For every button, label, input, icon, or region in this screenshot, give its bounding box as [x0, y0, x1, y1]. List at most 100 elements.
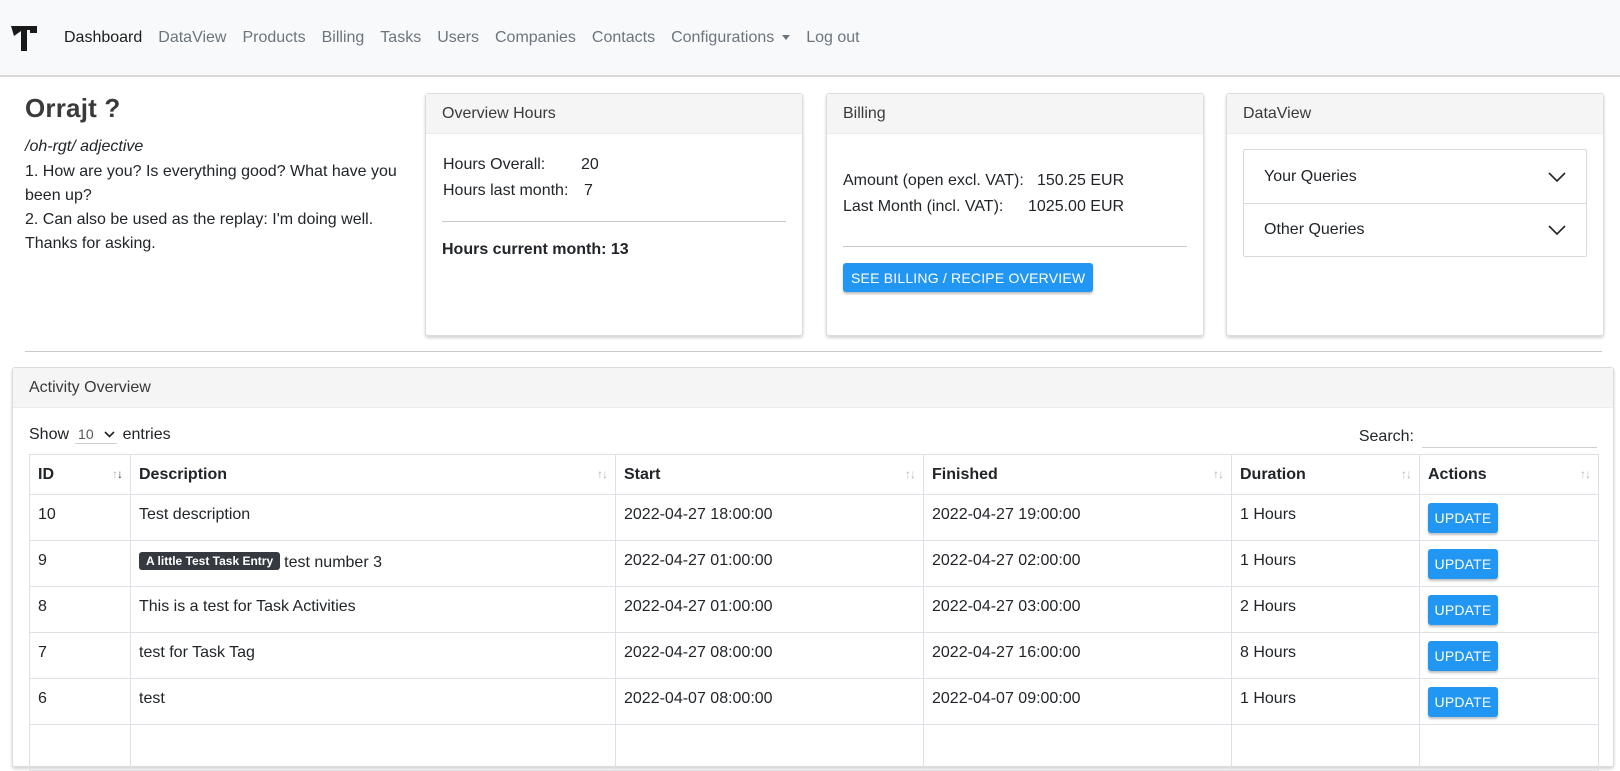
task-tag-badge: A little Test Task Entry: [139, 552, 281, 570]
page-title: Orrajt ?: [25, 93, 121, 123]
cell-finished: [923, 724, 1232, 771]
cell-start: 2022-04-27 01:00:00: [615, 540, 924, 587]
cell-finished: 2022-04-27 02:00:00: [923, 540, 1232, 587]
nav-billing[interactable]: Billing: [322, 29, 365, 47]
column-label: Start: [624, 465, 661, 483]
sort-icon: ↑↓: [1213, 467, 1224, 481]
activity-table: ID ↑↓ Description ↑↓ Start ↑↓ Finished ↑↓ Du…: [29, 454, 1599, 771]
nav-companies[interactable]: Companies: [495, 29, 576, 47]
column-header-start[interactable]: Start ↑↓: [615, 454, 924, 495]
intro-phonetic: /oh-rgt/ adjective: [25, 138, 144, 155]
table-row: 10 Test description 2022-04-27 18:00:00 …: [29, 494, 1599, 541]
cell-actions: [1419, 724, 1599, 771]
column-header-actions[interactable]: Actions ↑↓: [1419, 454, 1599, 495]
accordion-label: Other Queries: [1264, 221, 1365, 238]
billing-last-month-value: 1025.00 EUR: [1028, 198, 1125, 215]
cell-start: 2022-04-07 08:00:00: [615, 678, 924, 725]
entries-select-value: 10: [78, 426, 94, 442]
nav-label: Dashboard: [64, 28, 143, 46]
cell-actions: UPDATE: [1419, 586, 1599, 633]
brand-logo-icon[interactable]: [10, 20, 40, 56]
billing-card: Billing Amount (open excl. VAT): 150.25 …: [826, 93, 1204, 336]
nav-label: Products: [242, 28, 306, 46]
entries-label: entries: [122, 426, 171, 443]
nav-label: Contacts: [591, 28, 656, 46]
column-label: Finished: [932, 465, 998, 483]
cell-description: A little Test Task Entry test number 3: [130, 540, 616, 587]
activity-overview-card: Activity Overview Show 10 entries Search…: [12, 367, 1614, 771]
cell-description: [130, 724, 616, 771]
update-button[interactable]: UPDATE: [1428, 641, 1498, 671]
sort-icon: ↑↓: [905, 467, 916, 481]
accordion-other-queries[interactable]: Other Queries: [1244, 203, 1586, 256]
accordion-your-queries[interactable]: Your Queries: [1244, 150, 1586, 203]
column-header-description[interactable]: Description ↑↓: [130, 454, 616, 495]
nav-label: Billing: [321, 28, 365, 46]
nav-label: Tasks: [380, 28, 422, 46]
nav-label: Configurations: [671, 28, 775, 46]
nav-label: Users: [437, 28, 479, 46]
nav-dataview[interactable]: DataView: [158, 29, 226, 47]
update-button[interactable]: UPDATE: [1428, 549, 1498, 579]
table-row: [29, 724, 1599, 771]
nav-logout[interactable]: Log out: [806, 29, 859, 47]
cell-duration: 2 Hours: [1231, 586, 1420, 633]
table-header-row: ID ↑↓ Description ↑↓ Start ↑↓ Finished ↑↓ Du…: [29, 454, 1599, 495]
navbar: Dashboard DataView Products Billing Task…: [0, 0, 1620, 77]
accordion-label: Your Queries: [1264, 167, 1357, 185]
cell-duration: 1 Hours: [1231, 678, 1420, 725]
divider: [843, 246, 1187, 247]
hours-current-month: Hours current month: 13: [442, 241, 629, 258]
table-row: 9 A little Test Task Entry test number 3 …: [29, 540, 1599, 587]
update-button[interactable]: UPDATE: [1428, 687, 1498, 717]
column-header-id[interactable]: ID ↑↓: [29, 454, 131, 495]
nav-contacts[interactable]: Contacts: [592, 29, 655, 47]
show-entries: Show 10 entries: [29, 426, 171, 444]
entries-select[interactable]: 10: [75, 426, 117, 444]
show-label: Show: [29, 426, 70, 443]
table-row: 7 test for Task Tag 2022-04-27 08:00:00 …: [29, 632, 1599, 679]
cell-finished: 2022-04-27 03:00:00: [923, 586, 1232, 633]
see-billing-overview-button[interactable]: SEE BILLING / RECIPE OVERVIEW: [843, 263, 1094, 292]
nav-label: Log out: [806, 28, 860, 46]
column-header-duration[interactable]: Duration ↑↓: [1231, 454, 1420, 495]
hours-last-month-label: Hours last month:: [443, 182, 569, 199]
nav-dashboard[interactable]: Dashboard: [64, 29, 142, 47]
dataview-accordion: Your Queries Other Queries: [1243, 149, 1587, 257]
cell-duration: 1 Hours: [1231, 540, 1420, 587]
card-header: Billing: [827, 94, 1203, 134]
chevron-down-icon: [104, 430, 115, 438]
card-header: DataView: [1227, 94, 1603, 134]
chevron-down-icon: [1548, 171, 1566, 182]
cell-id: 6: [29, 678, 131, 725]
description-text: test for Task Tag: [139, 644, 255, 661]
column-header-finished[interactable]: Finished ↑↓: [923, 454, 1232, 495]
card-header: Activity Overview: [13, 368, 1613, 408]
hours-overall-label: Hours Overall:: [443, 156, 546, 173]
intro-line-2: 2. Can also be used as the replay: I'm d…: [25, 211, 374, 252]
cell-finished: 2022-04-27 16:00:00: [923, 632, 1232, 679]
divider: [442, 221, 786, 222]
nav-tasks[interactable]: Tasks: [380, 29, 421, 47]
sort-desc-icon: ↑↓: [112, 467, 123, 481]
nav-products[interactable]: Products: [242, 29, 305, 47]
cell-id: [29, 724, 131, 771]
nav-configurations-dropdown[interactable]: Configurations: [671, 28, 791, 47]
section-divider: [25, 351, 1602, 352]
cell-description: Test description: [130, 494, 616, 541]
cell-id: 7: [29, 632, 131, 679]
column-label: Description: [139, 465, 228, 483]
cell-actions: UPDATE: [1419, 632, 1599, 679]
description-text: test: [139, 690, 165, 707]
description-text: This is a test for Task Activities: [139, 598, 356, 615]
caret-down-icon: [782, 35, 791, 40]
cell-start: [615, 724, 924, 771]
search-input[interactable]: [1422, 426, 1597, 448]
cell-start: 2022-04-27 08:00:00: [615, 632, 924, 679]
update-button[interactable]: UPDATE: [1428, 503, 1498, 533]
nav-users[interactable]: Users: [437, 29, 479, 47]
description-text: Test description: [139, 506, 251, 523]
column-label: ID: [38, 465, 54, 483]
update-button[interactable]: UPDATE: [1428, 595, 1498, 625]
table-row: 6 test 2022-04-07 08:00:00 2022-04-07 09…: [29, 678, 1599, 725]
